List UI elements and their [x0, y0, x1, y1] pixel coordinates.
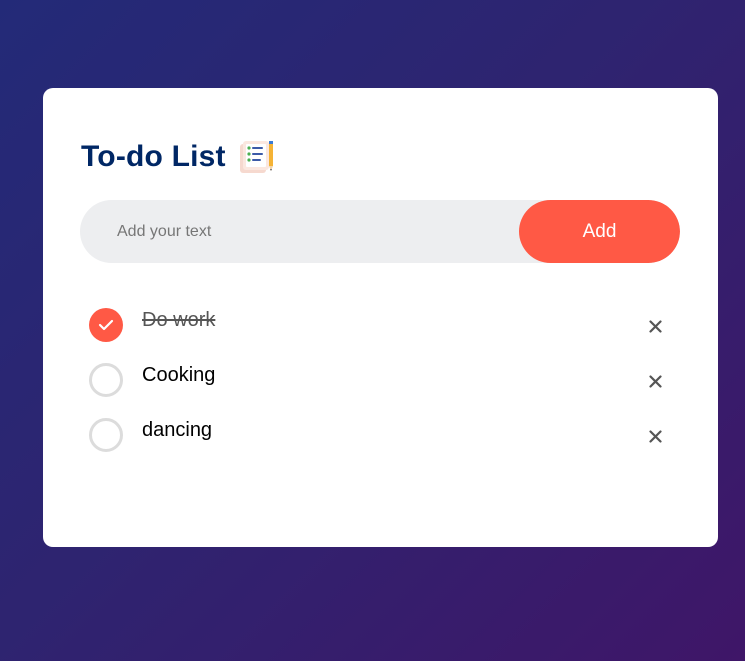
todo-input[interactable]	[80, 200, 519, 263]
todo-card: To-do List Add your text Add Do work Coo…	[43, 88, 718, 547]
todo-list: Do work Cooking dancing	[89, 298, 669, 463]
todo-item[interactable]: dancing	[89, 408, 669, 463]
close-icon[interactable]	[641, 312, 669, 340]
todo-text: dancing	[142, 419, 213, 441]
page-title: To-do List	[81, 140, 226, 173]
close-icon[interactable]	[641, 367, 669, 395]
checklist-icon	[238, 139, 276, 175]
close-icon[interactable]	[641, 422, 669, 450]
add-todo-row: Add	[80, 200, 680, 263]
todo-text: Cooking	[142, 364, 216, 386]
unchecked-circle-icon[interactable]	[89, 418, 123, 452]
checked-circle-icon[interactable]	[89, 308, 123, 342]
todo-item[interactable]: Cooking	[89, 353, 669, 408]
unchecked-circle-icon[interactable]	[89, 363, 123, 397]
todo-text: Do work	[142, 309, 216, 331]
header: To-do List	[81, 138, 276, 176]
add-button[interactable]: Add	[519, 200, 680, 263]
todo-item[interactable]: Do work	[89, 298, 669, 353]
